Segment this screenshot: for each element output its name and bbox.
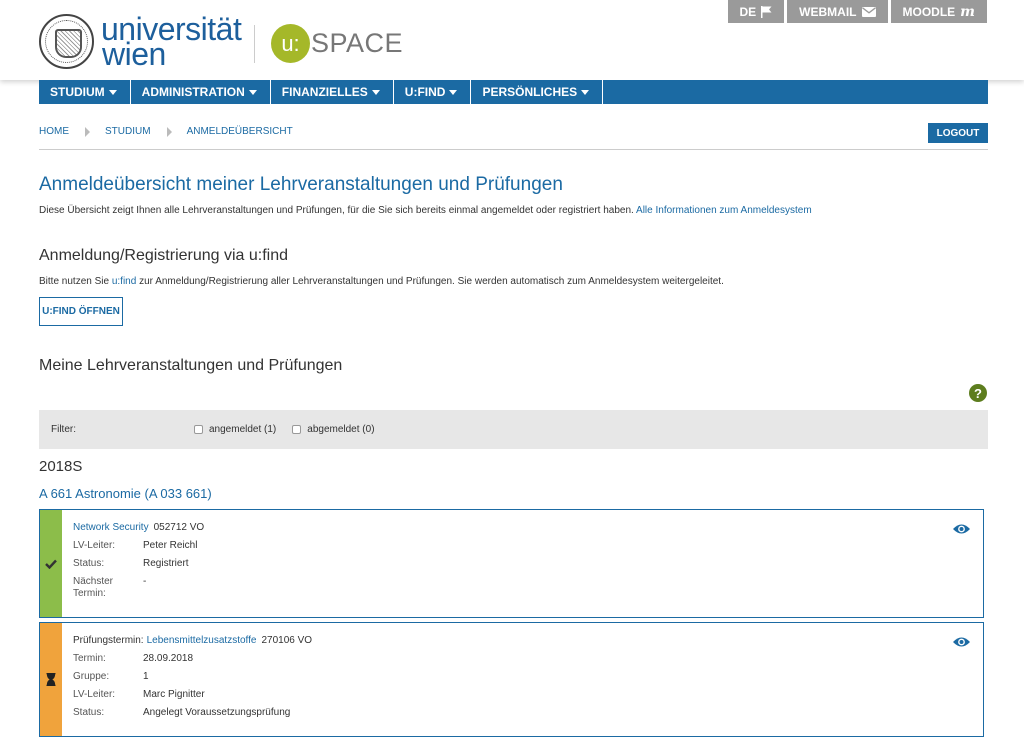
caret-down-icon (248, 89, 257, 95)
main-nav: STUDIUM ADMINISTRATION FINANZIELLES U:FI… (39, 80, 988, 104)
language-button[interactable]: DE (727, 0, 785, 23)
divider (39, 149, 988, 150)
flag-icon (761, 5, 772, 18)
filter-angemeldet[interactable]: angemeldet (1) (194, 424, 276, 435)
info-link[interactable]: Alle Informationen zum Anmeldesystem (636, 205, 812, 216)
uspace-circle: u: (271, 24, 310, 63)
university-wordmark: universität wien (101, 10, 242, 72)
exam-card: Prüfungstermin: Lebensmittelzusatzstoffe… (39, 622, 984, 737)
section-title-ufind: Anmeldung/Registrierung via u:find (39, 247, 289, 264)
nav-studium[interactable]: STUDIUM (39, 80, 131, 104)
nav-ufind[interactable]: U:FIND (394, 80, 472, 104)
caret-down-icon (108, 89, 117, 95)
breadcrumb-studium[interactable]: STUDIUM (105, 126, 151, 137)
eye-icon[interactable] (952, 523, 971, 535)
filter-label: Filter: (51, 424, 76, 435)
semester-heading: 2018S (39, 458, 83, 475)
logo-divider (254, 25, 255, 63)
caret-down-icon (449, 89, 458, 95)
page-title: Anmeldeübersicht meiner Lehrveranstaltun… (39, 174, 563, 195)
eye-icon[interactable] (952, 636, 971, 648)
ufind-open-button[interactable]: U:FIND ÖFFNEN (39, 297, 123, 326)
top-links: DE WEBMAIL MOODLE m (725, 0, 987, 23)
caret-down-icon (581, 89, 590, 95)
hourglass-icon (46, 673, 56, 686)
filter-abgemeldet[interactable]: abgemeldet (0) (292, 424, 375, 435)
caret-down-icon (371, 89, 380, 95)
ufind-link[interactable]: u:find (112, 276, 136, 287)
course-number: 052712 VO (153, 522, 205, 533)
course-number: 270106 VO (261, 635, 313, 646)
status-bar (40, 510, 62, 617)
section-title-courses: Meine Lehrveranstaltungen und Prüfungen (39, 357, 343, 374)
site-header: universität wien u: SPACE DE WEBMAIL MOO… (0, 0, 1024, 80)
card-details: Prüfungstermin: Lebensmittelzusatzstoffe… (73, 635, 313, 718)
university-logo[interactable]: universität wien (39, 10, 242, 72)
course-card: Network Security 052712 VO LV-Leiter: Pet… (39, 509, 984, 618)
breadcrumb-home[interactable]: HOME (39, 126, 69, 137)
university-seal-icon (39, 14, 94, 69)
card-details: Network Security 052712 VO LV-Leiter: Pet… (73, 522, 205, 599)
checkbox[interactable] (292, 425, 302, 434)
chevron-right-icon (166, 126, 172, 137)
moodle-button[interactable]: MOODLE m (890, 0, 987, 23)
check-icon (45, 559, 57, 569)
course-link[interactable]: Network Security (73, 522, 149, 534)
chevron-right-icon (85, 126, 90, 137)
uspace-wordmark: SPACE (311, 28, 404, 58)
checkbox[interactable] (194, 425, 203, 434)
moodle-icon: m (960, 3, 975, 20)
uspace-logo[interactable]: u: SPACE (271, 24, 403, 63)
help-icon[interactable]: ? (969, 384, 987, 402)
ufind-hint: Bitte nutzen Sie u:find zur Anmeldung/Re… (39, 276, 724, 287)
studium-heading[interactable]: A 661 Astronomie (A 033 661) (39, 486, 212, 501)
exam-prefix: Prüfungstermin: (73, 635, 144, 646)
nav-finanzielles[interactable]: FINANZIELLES (271, 80, 394, 104)
breadcrumb-current[interactable]: ANMELDEÜBERSICHT (187, 126, 293, 137)
filter-bar: Filter: angemeldet (1) abgemeldet (0) (39, 410, 988, 449)
breadcrumb: HOME STUDIUM ANMELDEÜBERSICHT (39, 126, 293, 137)
intro-text: Diese Übersicht zeigt Ihnen alle Lehrver… (39, 205, 812, 216)
webmail-button[interactable]: WEBMAIL (787, 0, 888, 23)
logout-button[interactable]: LOGOUT (928, 123, 988, 143)
nav-persoenliches[interactable]: PERSÖNLICHES (471, 80, 604, 104)
status-bar (40, 623, 62, 736)
exam-course-link[interactable]: Lebensmittelzusatzstoffe (147, 635, 257, 647)
envelope-icon (861, 6, 876, 17)
nav-administration[interactable]: ADMINISTRATION (131, 80, 271, 104)
